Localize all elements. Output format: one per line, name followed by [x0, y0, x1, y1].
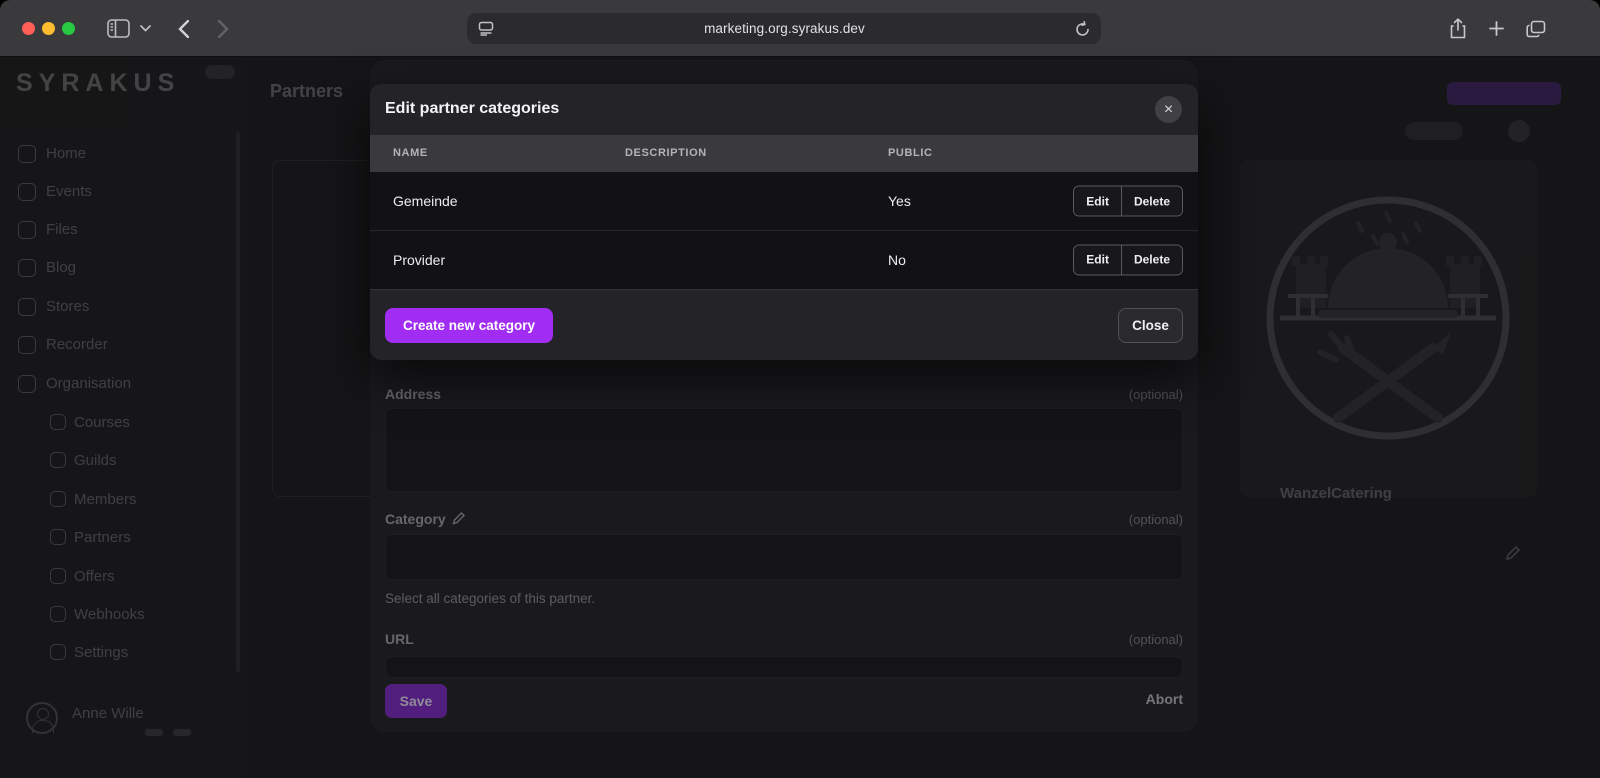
- delete-button[interactable]: Delete: [1120, 186, 1182, 216]
- partners-icon: [50, 529, 66, 545]
- edit-button[interactable]: Edit: [1074, 186, 1121, 216]
- offers-icon: [50, 568, 66, 584]
- page-settings-icon[interactable]: [478, 21, 494, 36]
- user-name: Anne Wille: [72, 705, 144, 722]
- edit-partner-categories-modal: Edit partner categories × NAME DESCRIPTI…: [370, 84, 1198, 360]
- user-meta-pill: [145, 729, 163, 736]
- sidebar: SYRAKUS Home Events Files Blog Stores Re…: [0, 57, 245, 778]
- edit-button[interactable]: Edit: [1074, 245, 1121, 274]
- category-label: Category: [385, 511, 446, 527]
- minimize-window-button[interactable]: [42, 22, 55, 35]
- forward-icon[interactable]: [214, 0, 232, 57]
- share-icon[interactable]: [1447, 0, 1469, 57]
- partner-card[interactable]: WanzelCatering: [1240, 160, 1537, 561]
- sidebar-item-guilds[interactable]: Guilds: [0, 450, 245, 474]
- sidebar-item-blog[interactable]: Blog: [0, 257, 245, 281]
- table-header-row: NAME DESCRIPTION PUBLIC: [370, 135, 1198, 172]
- close-icon[interactable]: ×: [1155, 96, 1182, 123]
- browser-toolbar: marketing.org.syrakus.dev: [0, 0, 1600, 57]
- sidebar-item-offers[interactable]: Offers: [0, 566, 245, 590]
- browser-window: marketing.org.syrakus.dev SYRAKUS Home E…: [0, 0, 1600, 778]
- url-input[interactable]: [385, 656, 1183, 678]
- background-control-pill[interactable]: [1405, 122, 1463, 140]
- column-header-description: DESCRIPTION: [625, 147, 707, 159]
- app-logo: SYRAKUS: [16, 69, 181, 97]
- guilds-icon: [50, 452, 66, 468]
- category-public: No: [888, 251, 906, 268]
- create-new-category-button[interactable]: Create new category: [385, 308, 554, 343]
- blog-icon: [18, 259, 36, 277]
- url-text: marketing.org.syrakus.dev: [704, 21, 865, 36]
- url-optional: (optional): [1128, 632, 1183, 647]
- category-public: Yes: [888, 193, 911, 209]
- category-name: Gemeinde: [393, 193, 458, 209]
- close-window-button[interactable]: [22, 22, 35, 35]
- card-edit-icon[interactable]: [1505, 545, 1521, 561]
- category-help: Select all categories of this partner.: [385, 591, 596, 606]
- catering-logo-image: [1258, 168, 1518, 468]
- row-actions: Edit Delete: [1073, 185, 1183, 217]
- close-button[interactable]: Close: [1118, 308, 1183, 343]
- modal-footer: Create new category Close: [370, 289, 1198, 360]
- category-optional: (optional): [1128, 512, 1183, 527]
- modal-header: Edit partner categories ×: [370, 84, 1198, 135]
- address-label: Address: [385, 386, 442, 402]
- recorder-icon: [18, 336, 36, 354]
- sidebar-scrollbar[interactable]: [236, 132, 240, 672]
- tab-overview-icon[interactable]: [1524, 0, 1548, 57]
- address-textarea[interactable]: [385, 408, 1183, 492]
- category-input[interactable]: [385, 534, 1183, 580]
- sidebar-item-home[interactable]: Home: [0, 143, 245, 167]
- sidebar-item-settings[interactable]: Settings: [0, 642, 245, 666]
- organisation-icon: [18, 375, 36, 393]
- abort-button[interactable]: Abort: [1146, 691, 1183, 707]
- row-actions: Edit Delete: [1073, 244, 1183, 275]
- members-icon: [50, 491, 66, 507]
- partner-card-name: WanzelCatering: [1280, 485, 1392, 502]
- save-button[interactable]: Save: [385, 684, 447, 718]
- category-name: Provider: [393, 251, 446, 268]
- sidebar-item-courses[interactable]: Courses: [0, 412, 245, 436]
- sidebar-toggle-icon[interactable]: [106, 0, 130, 57]
- chevron-down-icon[interactable]: [138, 0, 152, 57]
- user-avatar[interactable]: [26, 702, 58, 734]
- stores-icon: [18, 298, 36, 316]
- user-meta-pill: [173, 729, 191, 736]
- category-edit-pencil-icon[interactable]: [452, 511, 466, 525]
- column-header-public: PUBLIC: [888, 147, 933, 159]
- files-icon: [18, 221, 36, 239]
- courses-icon: [50, 414, 66, 430]
- create-partner-button[interactable]: [1447, 82, 1561, 105]
- sidebar-item-stores[interactable]: Stores: [0, 296, 245, 320]
- webhooks-icon: [50, 606, 66, 622]
- column-header-name: NAME: [393, 147, 428, 159]
- sidebar-item-partners[interactable]: Partners: [0, 527, 245, 551]
- sidebar-item-recorder[interactable]: Recorder: [0, 334, 245, 358]
- back-icon[interactable]: [174, 0, 192, 57]
- sidebar-badge: [205, 65, 235, 79]
- sidebar-item-members[interactable]: Members: [0, 489, 245, 513]
- address-bar[interactable]: marketing.org.syrakus.dev: [467, 13, 1101, 44]
- events-icon: [18, 183, 36, 201]
- delete-button[interactable]: Delete: [1120, 245, 1182, 274]
- sidebar-item-files[interactable]: Files: [0, 219, 245, 243]
- sidebar-item-events[interactable]: Events: [0, 181, 245, 205]
- zoom-window-button[interactable]: [62, 22, 75, 35]
- page-title: Partners: [270, 81, 344, 101]
- sidebar-item-organisation[interactable]: Organisation: [0, 373, 245, 397]
- settings-icon: [50, 644, 66, 660]
- modal-title: Edit partner categories: [385, 100, 560, 117]
- table-row: Gemeinde Yes Edit Delete: [370, 172, 1198, 230]
- new-tab-icon[interactable]: [1486, 0, 1506, 57]
- address-optional: (optional): [1128, 387, 1183, 402]
- home-icon: [18, 145, 36, 163]
- sidebar-item-webhooks[interactable]: Webhooks: [0, 604, 245, 628]
- url-label: URL: [385, 631, 414, 647]
- reload-icon[interactable]: [1075, 20, 1090, 37]
- table-row: Provider No Edit Delete: [370, 230, 1198, 288]
- background-avatar-circle[interactable]: [1508, 120, 1530, 142]
